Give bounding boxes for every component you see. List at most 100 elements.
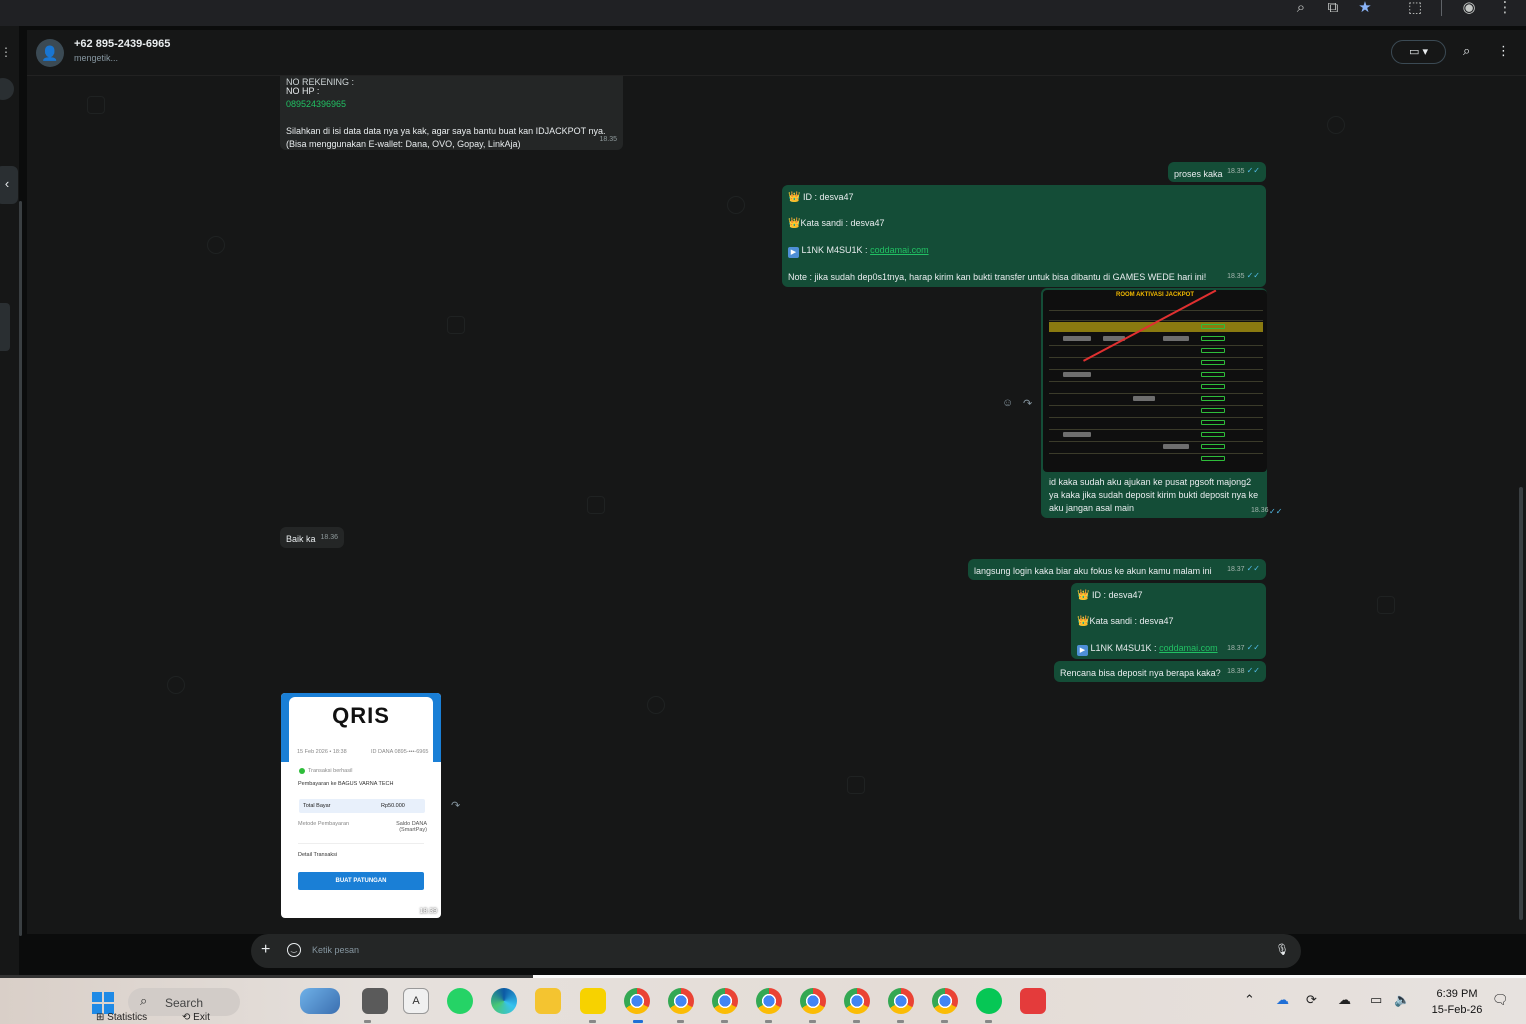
receipt-image[interactable]: QRIS 15 Feb 2026 • 18:38 ID DANA 0895-••… bbox=[281, 693, 441, 918]
rail-scrollbar[interactable] bbox=[19, 201, 22, 936]
browser-menu-icon[interactable]: ⋮ bbox=[1494, 0, 1516, 18]
cloud-icon[interactable]: ☁ bbox=[1338, 992, 1351, 1008]
wallpaper-doodle bbox=[587, 496, 605, 514]
message-line: Note : jika sudah dep0s1tnya, harap kiri… bbox=[788, 271, 1207, 282]
running-indicator bbox=[941, 1020, 948, 1023]
message-link[interactable]: coddamai.com bbox=[1159, 643, 1218, 653]
rail-menu-icon[interactable]: ⋮ bbox=[0, 45, 12, 59]
message-outgoing[interactable]: Rencana bisa deposit nya berapa kaka? 18… bbox=[1054, 661, 1266, 682]
chat-header: 👤 +62 895-2439-6965 mengetik... ▭ ▾ ⌕ ⋮ bbox=[27, 30, 1526, 76]
whatsapp-icon[interactable] bbox=[447, 988, 473, 1014]
chrome-icon[interactable] bbox=[756, 988, 782, 1014]
read-ticks-icon: ✓✓ bbox=[1246, 665, 1260, 675]
exit-label[interactable]: ⟲ Exit bbox=[182, 1012, 210, 1023]
message-line: L1NK M4SU1K : bbox=[1090, 642, 1157, 653]
message-incoming[interactable]: Baik ka 18.36 bbox=[280, 527, 344, 548]
running-indicator bbox=[985, 1020, 992, 1023]
receipt-total-label: Total Bayar bbox=[303, 803, 331, 809]
sheet-status-button bbox=[1201, 420, 1225, 425]
contact-avatar[interactable]: 👤 bbox=[36, 39, 64, 67]
contact-name[interactable]: +62 895-2439-6965 bbox=[74, 38, 170, 50]
clock-time: 6:39 PM bbox=[1436, 988, 1478, 1000]
rail-avatar[interactable] bbox=[0, 78, 14, 100]
extensions-icon[interactable]: ⬚ bbox=[1404, 0, 1426, 18]
windows-start-icon[interactable] bbox=[92, 992, 114, 1014]
wallpaper-doodle bbox=[167, 676, 185, 694]
time-text: 18.37 bbox=[1227, 565, 1245, 573]
sync-icon[interactable]: ⟳ bbox=[1306, 992, 1317, 1008]
running-indicator bbox=[897, 1020, 904, 1023]
zoom-icon[interactable]: ⌕ bbox=[1290, 0, 1312, 18]
wallpaper-doodle bbox=[847, 776, 865, 794]
search-icon[interactable]: ⌕ bbox=[1463, 43, 1470, 59]
message-outgoing[interactable]: 👑 ID : desva47 👑Kata sandi : desva47 ▶ L… bbox=[782, 185, 1266, 287]
sheet-status-button bbox=[1201, 456, 1225, 461]
chrome-icon[interactable] bbox=[712, 988, 738, 1014]
chat-menu-icon[interactable]: ⋮ bbox=[1497, 43, 1510, 59]
message-input[interactable]: Ketik pesan bbox=[312, 945, 359, 955]
read-ticks-icon: ✓✓ bbox=[1246, 642, 1260, 652]
notepad-icon[interactable]: A bbox=[403, 988, 429, 1014]
chat-scrollbar[interactable] bbox=[1519, 487, 1523, 920]
file-explorer-icon[interactable] bbox=[535, 988, 561, 1014]
read-ticks-icon: ✓✓ bbox=[1246, 165, 1260, 175]
notification-icon[interactable]: 🗨 bbox=[1492, 992, 1509, 1008]
taskbar-clock[interactable]: 6:39 PM 15-Feb-26 bbox=[1424, 986, 1490, 1018]
time-text: 18.35 bbox=[1227, 167, 1245, 175]
chrome-icon[interactable] bbox=[888, 988, 914, 1014]
receipt-date: 15 Feb 2026 • 18:38 bbox=[297, 749, 347, 755]
sticky-notes-icon[interactable] bbox=[580, 988, 606, 1014]
sheet-highlight-row bbox=[1049, 322, 1263, 332]
phone-number-link[interactable]: 089524396965 bbox=[286, 98, 616, 111]
emoji-icon[interactable]: ‿ bbox=[287, 943, 301, 957]
message-text: Baik ka bbox=[286, 534, 316, 544]
profile-icon[interactable]: ◉ bbox=[1458, 0, 1480, 18]
receipt-card: QRIS 15 Feb 2026 • 18:38 ID DANA 0895-••… bbox=[289, 697, 433, 918]
install-app-icon[interactable]: ⧉ bbox=[1322, 0, 1344, 18]
message-outgoing[interactable]: 👑 ID : desva47 👑Kata sandi : desva47 ▶ L… bbox=[1071, 583, 1266, 659]
forward-icon[interactable]: ↷ bbox=[1023, 397, 1032, 410]
task-view-icon[interactable] bbox=[362, 988, 388, 1014]
success-icon bbox=[299, 768, 305, 774]
message-link[interactable]: coddamai.com bbox=[870, 245, 929, 255]
show-hidden-icons-icon[interactable]: ⌃ bbox=[1244, 992, 1255, 1008]
chrome-icon[interactable] bbox=[624, 988, 650, 1014]
statistics-label[interactable]: ⊞ Statistics bbox=[96, 1012, 147, 1023]
microphone-icon[interactable]: 🎙 bbox=[1275, 943, 1289, 956]
wps-office-icon[interactable] bbox=[1020, 988, 1046, 1014]
chrome-icon[interactable] bbox=[668, 988, 694, 1014]
forward-icon[interactable]: ↷ bbox=[451, 799, 460, 812]
attach-plus-icon[interactable]: + bbox=[261, 941, 270, 959]
message-incoming[interactable]: NO REKENING : NO HP : 089524396965 Silah… bbox=[280, 76, 623, 150]
onedrive-icon[interactable]: ☁ bbox=[1276, 992, 1289, 1008]
receipt-divider bbox=[298, 843, 424, 844]
message-outgoing[interactable]: langsung login kaka biar aku fokus ke ak… bbox=[968, 559, 1266, 580]
chrome-icon[interactable] bbox=[844, 988, 870, 1014]
line-app-icon[interactable] bbox=[976, 988, 1002, 1014]
collapse-chevron-icon[interactable]: ‹ bbox=[0, 166, 18, 204]
wallpaper-doodle bbox=[447, 316, 465, 334]
rail-tab[interactable] bbox=[0, 303, 10, 351]
sheet-divider bbox=[1049, 441, 1263, 442]
widgets-icon[interactable] bbox=[300, 988, 340, 1014]
react-emoji-icon[interactable]: ☺ bbox=[1002, 397, 1013, 409]
image-title: ROOM AKTIVASI JACKPOT bbox=[1115, 292, 1194, 298]
bookmark-star-icon[interactable]: ★ bbox=[1354, 0, 1376, 18]
wallpaper-doodle bbox=[727, 196, 745, 214]
sheet-status-button bbox=[1201, 348, 1225, 353]
message-outgoing[interactable]: proses kaka 18.35 ✓✓ bbox=[1168, 162, 1266, 182]
sheet-cell bbox=[1163, 444, 1189, 449]
chrome-icon[interactable] bbox=[932, 988, 958, 1014]
shared-image[interactable]: ROOM AKTIVASI JACKPOT bbox=[1043, 290, 1267, 472]
search-label: Search bbox=[165, 996, 204, 1010]
time-text: 18.38 bbox=[1227, 667, 1245, 675]
message-text: proses kaka bbox=[1174, 169, 1223, 179]
edge-icon[interactable] bbox=[491, 988, 517, 1014]
chrome-icon[interactable] bbox=[800, 988, 826, 1014]
message-text: langsung login kaka biar aku fokus ke ak… bbox=[974, 566, 1212, 576]
search-icon: ⌕ bbox=[140, 993, 148, 1008]
network-icon[interactable]: ▭ bbox=[1370, 992, 1382, 1008]
video-call-button[interactable]: ▭ ▾ bbox=[1391, 40, 1446, 64]
running-indicator bbox=[809, 1020, 816, 1023]
volume-icon[interactable]: 🔈 bbox=[1394, 992, 1410, 1008]
